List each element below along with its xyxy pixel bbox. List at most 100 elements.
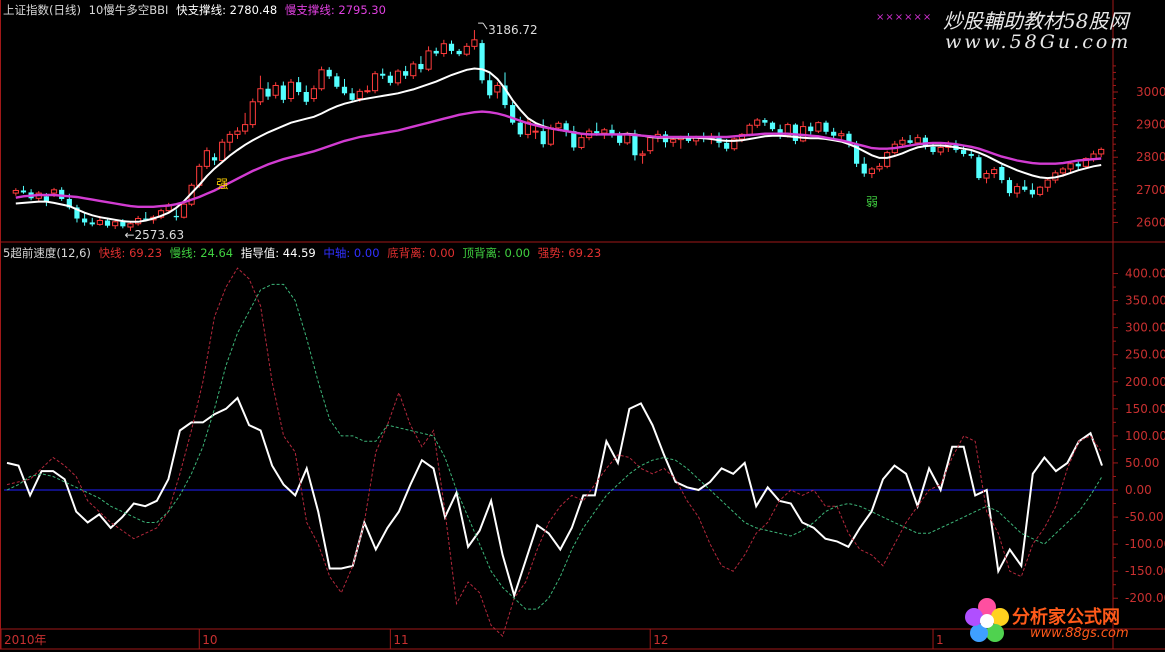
candle bbox=[89, 217, 95, 227]
candle bbox=[20, 185, 27, 194]
candle bbox=[425, 46, 432, 72]
candle bbox=[1098, 147, 1105, 158]
candle bbox=[578, 134, 585, 150]
fast-support-line bbox=[15, 67, 1102, 223]
candle bbox=[861, 157, 867, 177]
candle bbox=[762, 118, 768, 126]
candle-body bbox=[127, 223, 134, 228]
candle bbox=[371, 71, 379, 94]
guide-label: 指导值: 44.59 bbox=[240, 246, 316, 260]
candle-body bbox=[433, 50, 439, 54]
candle bbox=[510, 101, 516, 125]
candle bbox=[380, 68, 386, 79]
slow-support-label: 慢支撑线: 2795.30 bbox=[284, 3, 386, 17]
candle bbox=[35, 191, 42, 203]
candle bbox=[310, 85, 318, 102]
candle-body bbox=[1075, 163, 1081, 167]
candle bbox=[303, 85, 309, 106]
candle-body bbox=[96, 219, 103, 225]
candle-body bbox=[578, 137, 585, 148]
candle-body bbox=[876, 165, 883, 170]
peak-label: 3186.72 bbox=[488, 23, 538, 37]
candle bbox=[1044, 178, 1051, 192]
oscillator-lines bbox=[6, 267, 1103, 638]
candle bbox=[524, 118, 532, 139]
candle-body bbox=[265, 88, 271, 97]
chart-frame bbox=[0, 0, 1165, 650]
candle-body bbox=[914, 137, 921, 144]
candle-body bbox=[296, 82, 302, 92]
candle bbox=[394, 69, 402, 86]
date-axis: 2010年 10 11 12 1 bbox=[0, 629, 944, 649]
candle bbox=[280, 81, 286, 104]
candle bbox=[418, 56, 424, 73]
candle bbox=[876, 163, 883, 172]
candle bbox=[884, 150, 891, 169]
watermark-url: www.58Gu.com bbox=[945, 31, 1132, 53]
osc-tick-label: -200.00 bbox=[1125, 591, 1165, 605]
date-tick-label: 11 bbox=[393, 633, 408, 647]
candle-body bbox=[249, 101, 256, 126]
bottom-divergence-label: 底背离: 0.00 bbox=[387, 246, 455, 260]
candle-body bbox=[930, 146, 936, 152]
candle-body bbox=[471, 39, 478, 47]
candle bbox=[456, 48, 462, 57]
candle-body bbox=[318, 69, 325, 90]
trough-label: ←2573.63 bbox=[124, 228, 184, 242]
logo-url: www.88gs.com bbox=[1030, 626, 1129, 641]
candle bbox=[976, 154, 982, 181]
candle-body bbox=[884, 152, 891, 167]
candle-body bbox=[1014, 186, 1021, 194]
candle bbox=[799, 121, 807, 143]
candle bbox=[364, 85, 371, 94]
candle-body bbox=[861, 163, 867, 174]
candle bbox=[571, 125, 577, 151]
osc-tick-label: -100.00 bbox=[1125, 537, 1165, 551]
osc-tick-label: 200.00 bbox=[1125, 375, 1165, 389]
candle-body bbox=[1022, 186, 1028, 190]
candle bbox=[487, 72, 493, 99]
candle-body bbox=[203, 150, 211, 167]
candle-body bbox=[364, 90, 371, 93]
candle bbox=[983, 170, 990, 184]
candle bbox=[609, 124, 615, 138]
stock-chart: 2600 2700 2800 2900 3000 3186.72 ←2573.63 强弱 4… bbox=[0, 0, 1165, 650]
candle-body bbox=[823, 122, 829, 132]
candle bbox=[440, 39, 447, 57]
candle-body bbox=[326, 69, 332, 77]
candle bbox=[479, 39, 485, 84]
osc-tick-label: 350.00 bbox=[1125, 294, 1165, 308]
price-tick-label: 2900 bbox=[1136, 118, 1165, 132]
candle-body bbox=[1067, 163, 1074, 170]
candle-body bbox=[532, 130, 539, 133]
candle bbox=[173, 209, 179, 221]
candle-body bbox=[594, 131, 600, 134]
candle-body bbox=[639, 153, 646, 156]
candle bbox=[433, 47, 439, 57]
candle-body bbox=[815, 122, 822, 132]
candle bbox=[639, 150, 646, 164]
candle bbox=[1036, 185, 1044, 197]
top-divergence-label: 顶背离: 0.00 bbox=[462, 246, 531, 260]
candle-body bbox=[173, 215, 179, 218]
osc-tick-label: 400.00 bbox=[1125, 267, 1165, 281]
fast-support-label: 快支撑线: 2780.48 bbox=[176, 3, 278, 17]
candle-body bbox=[456, 50, 462, 55]
osc-tick-label: 150.00 bbox=[1125, 402, 1165, 416]
candle-body bbox=[510, 105, 516, 123]
price-tick-label: 3000 bbox=[1136, 85, 1165, 99]
osc-tick-label: 100.00 bbox=[1125, 429, 1165, 443]
candle-body bbox=[310, 88, 318, 100]
candle-body bbox=[617, 134, 623, 143]
top-header: 上证指数(日线) 10慢牛多空BBI 快支撑线: 2780.48 慢支撑线: 2… bbox=[3, 3, 390, 17]
candle-body bbox=[257, 88, 264, 103]
candle-body bbox=[670, 139, 677, 143]
candle-body bbox=[632, 133, 638, 156]
candle bbox=[112, 220, 119, 229]
candle bbox=[296, 77, 302, 96]
candle-body bbox=[112, 221, 119, 227]
candle-body bbox=[754, 119, 761, 126]
candle bbox=[907, 135, 913, 145]
candle bbox=[203, 147, 211, 169]
candle-body bbox=[463, 45, 470, 55]
